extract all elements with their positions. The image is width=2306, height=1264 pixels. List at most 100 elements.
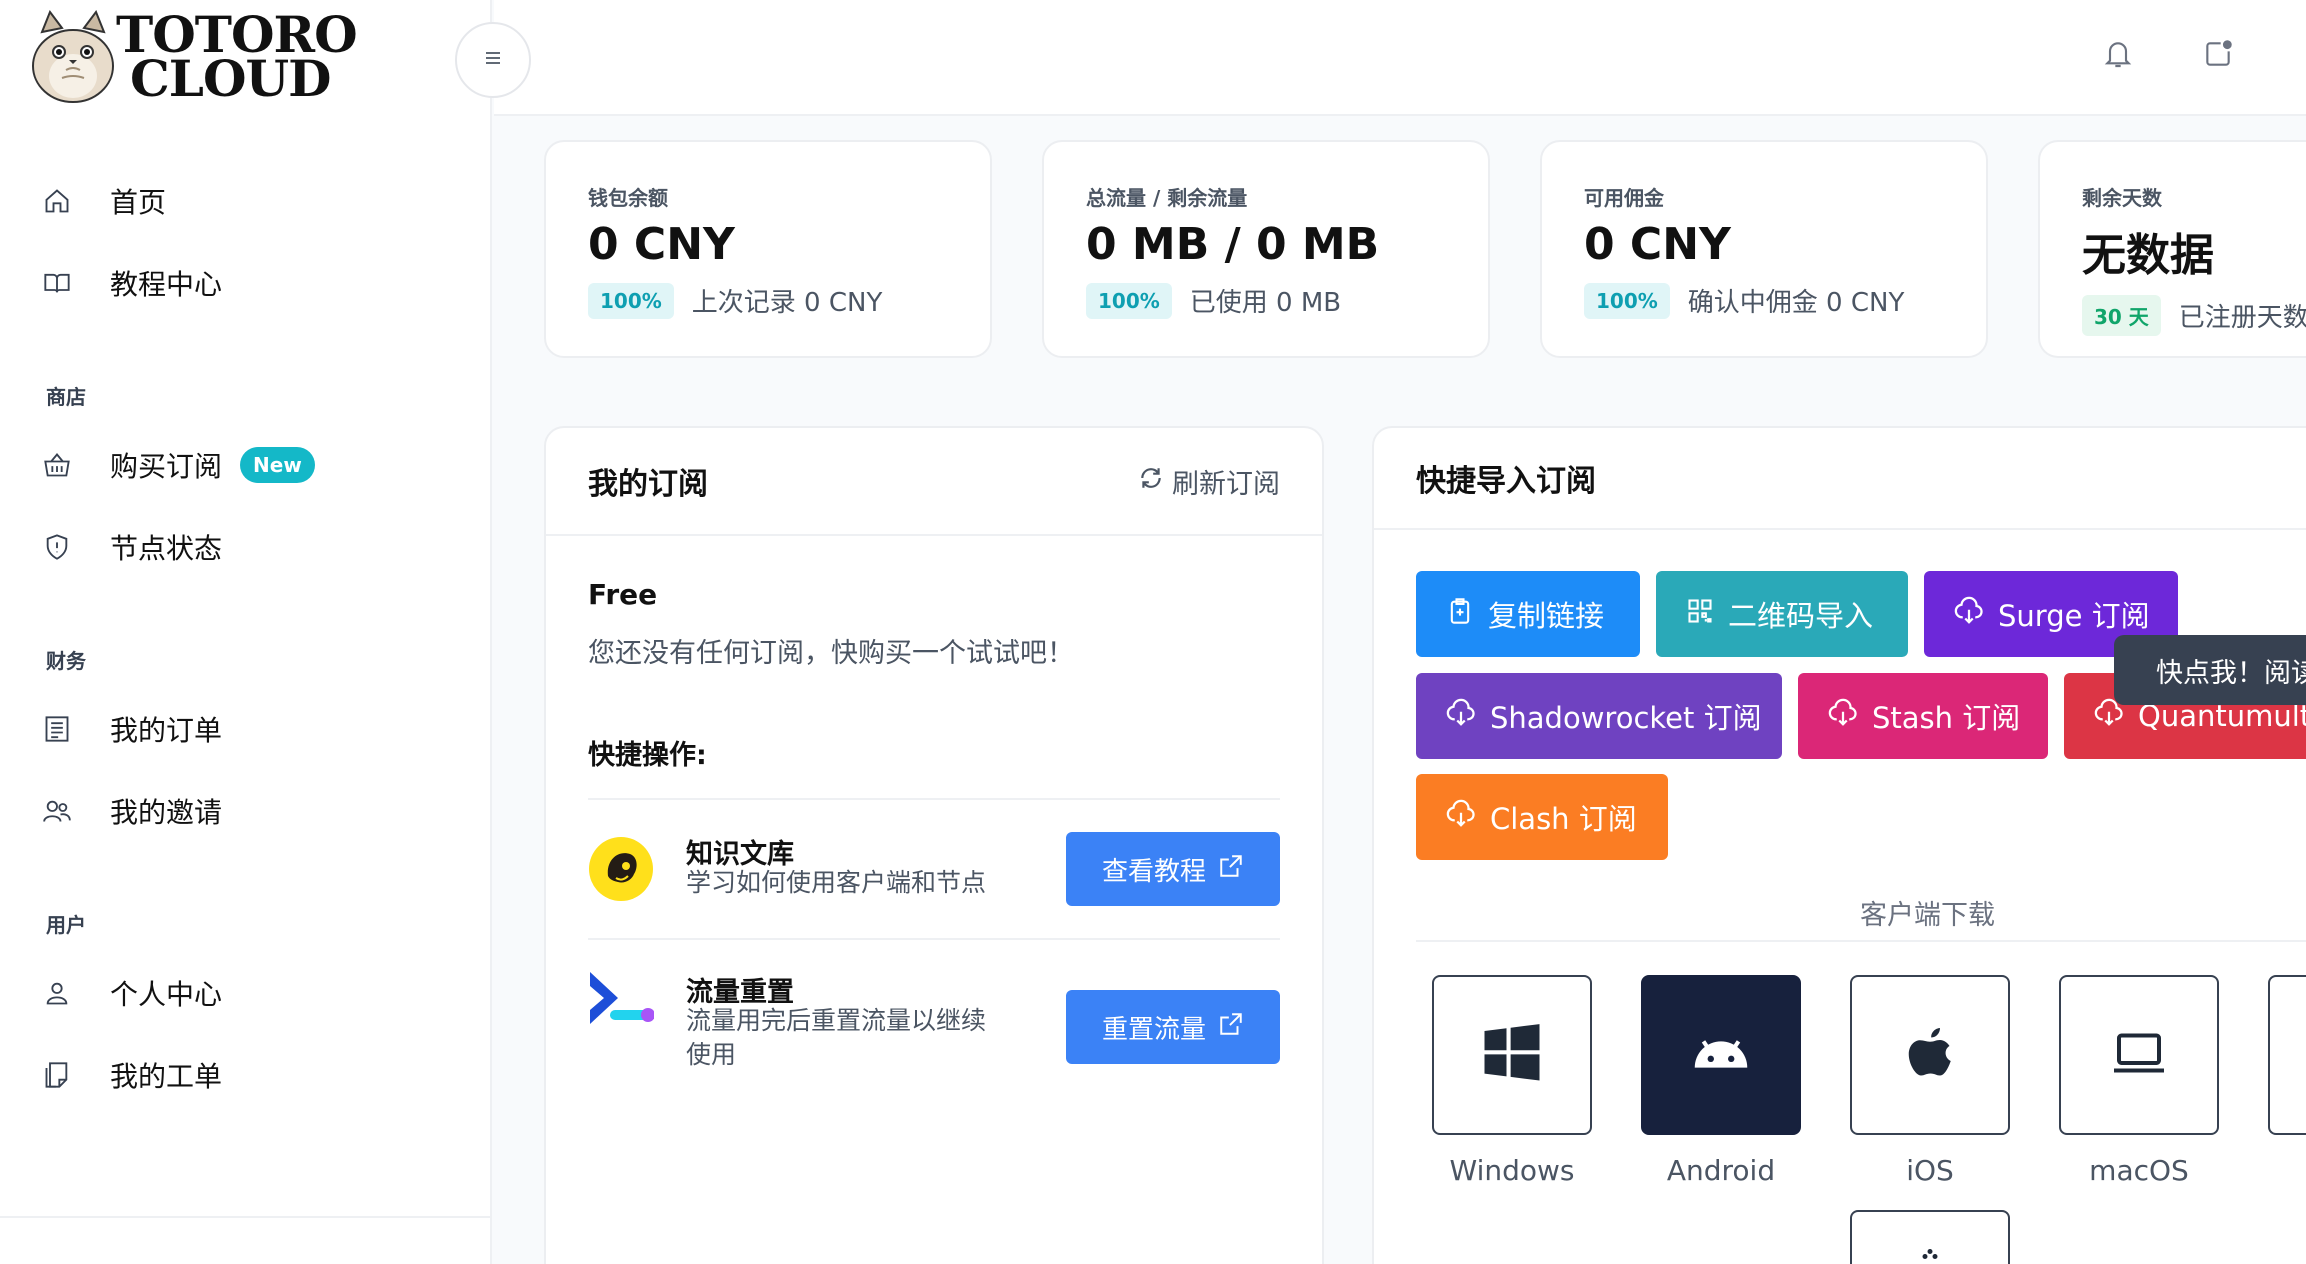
new-badge: New [240,447,315,483]
ticket-icon [42,1060,72,1090]
book-icon [42,268,72,298]
quick-actions-title: 快捷操作: [588,740,707,771]
copy-link-button[interactable]: 复制链接 [1416,571,1640,657]
cloud-download-icon [1954,596,1984,633]
sidebar-item-invites[interactable]: 我的邀请 [0,770,492,852]
clash-subscribe-button[interactable]: Clash 订阅 [1416,774,1668,860]
user-icon [42,978,72,1008]
button-label: 查看教程 [1101,856,1206,887]
divider [1416,940,2306,942]
users-icon [42,796,72,826]
plan-name: Free [588,578,658,611]
refresh-label: 刷新订阅 [1172,468,1280,500]
home-icon [42,186,72,216]
sidebar-item-node-status[interactable]: 节点状态 [0,506,492,588]
hamburger-icon [481,44,505,77]
client-label-windows: Windows [1449,1154,1575,1187]
linux-icon [1915,1244,1945,1264]
sidebar-item-label: 我的订单 [110,714,223,747]
brand-logo[interactable]: TOTORO CLOUD [28,5,358,108]
button-label: 重置流量 [1101,1014,1206,1045]
stat-card-commission: 可用佣金 0 CNY 100% 确认中佣金 0 CNY [1540,140,1988,358]
more-client-download-button[interactable] [2268,975,2306,1135]
stash-subscribe-button[interactable]: Stash 订阅 [1798,673,2048,759]
nav-section-shop: 商店 [46,385,86,409]
refresh-subscription-button[interactable]: 刷新订阅 [1138,462,1280,501]
sidebar-item-label: 节点状态 [110,532,223,565]
stat-label: 可用佣金 [1584,186,1664,210]
windows-download-button[interactable] [1432,975,1592,1135]
receipt-icon [42,714,72,744]
stat-value: 0 CNY [1584,219,1731,270]
sidebar-item-tutorials[interactable]: 教程中心 [0,242,492,324]
button-label: Clash 订阅 [1490,802,1637,836]
stat-card-wallet: 钱包余额 0 CNY 100% 上次记录 0 CNY [544,140,992,358]
ios-download-button[interactable] [1850,975,2010,1135]
stat-sub: 确认中佣金 0 CNY [1687,288,1905,318]
sidebar-item-label: 个人中心 [110,978,223,1011]
subscription-card: 我的订阅 刷新订阅 Free 您还没有任何订阅，快购买一个试试吧！ 快捷操作: … [544,426,1324,1264]
refresh-icon [1138,465,1164,498]
subscription-title: 我的订阅 [588,467,708,502]
external-link-icon [1218,1011,1244,1044]
client-download-label: 客户端下载 [1860,900,1995,931]
button-label: Shadowrocket 订阅 [1490,701,1762,735]
shadowrocket-subscribe-button[interactable]: Shadowrocket 订阅 [1416,673,1782,759]
view-tutorial-button[interactable]: 查看教程 [1066,832,1280,906]
top-bar [494,0,2306,116]
notification-square-icon[interactable] [2202,38,2238,74]
button-label: Surge 订阅 [1998,599,2150,633]
apple-icon [1900,1020,1960,1090]
menu-toggle-button[interactable] [455,22,531,98]
brand-wordmark: TOTORO CLOUD [116,5,358,108]
bell-icon[interactable] [2102,38,2138,74]
stat-value: 0 MB / 0 MB [1086,219,1380,270]
linux-download-button[interactable] [1850,1210,2010,1264]
quick-action-desc: 学习如何使用客户端和节点 [686,868,987,897]
quick-action-knowledge: 知识文库 学习如何使用客户端和节点 查看教程 [588,798,1280,938]
sidebar-divider [0,1216,492,1218]
plan-description: 您还没有任何订阅，快购买一个试试吧！ [588,638,1074,669]
client-label-android: Android [1666,1154,1776,1187]
quick-import-title: 快捷导入订阅 [1416,464,1596,499]
stat-pill: 100% [1086,282,1172,319]
button-label: 二维码导入 [1728,599,1874,633]
cloud-download-icon [1446,799,1476,836]
client-label-ios: iOS [1906,1154,1954,1187]
qrcode-icon [1686,597,1714,632]
sidebar-item-label: 我的邀请 [110,796,223,829]
sidebar-item-tickets[interactable]: 我的工单 [0,1034,492,1116]
clipboard-icon [1446,597,1474,632]
sidebar-item-orders[interactable]: 我的订单 [0,688,492,770]
nav-section-finance: 财务 [46,649,86,673]
quick-action-desc: 流量用完后重置流量以继续使用 [686,1006,987,1069]
sidebar-item-label: 教程中心 [110,268,223,301]
stat-card-traffic: 总流量 / 剩余流量 0 MB / 0 MB 100% 已使用 0 MB [1042,140,1490,358]
read-me-tooltip[interactable]: 快点我！阅读 [2114,635,2306,705]
stat-value: 0 CNY [588,219,735,270]
qr-import-button[interactable]: 二维码导入 [1656,571,1908,657]
laptop-icon [2104,1023,2174,1087]
android-icon [1686,1018,1756,1092]
sidebar-item-home[interactable]: 首页 [0,160,492,242]
sidebar-nav: 首页 教程中心 商店 购买订阅 New 节点状态 财务 我的订单 我的邀请 用户… [0,160,492,1116]
android-download-button[interactable] [1641,975,1801,1135]
reset-traffic-button[interactable]: 重置流量 [1066,990,1280,1064]
macos-download-button[interactable] [2059,975,2219,1135]
cloud-download-icon [1828,698,1858,735]
stat-sub: 已注册天数 [2178,303,2306,333]
sidebar: TOTORO CLOUD 首页 教程中心 商店 购买订阅 New 节点状态 财务… [0,0,492,1264]
stat-pill: 100% [588,282,674,319]
stat-value: 无数据 [2082,230,2214,281]
sidebar-item-buy[interactable]: 购买订阅 New [0,424,492,506]
sidebar-item-label: 首页 [110,186,167,219]
quick-action-reset: 流量重置 流量用完后重置流量以继续使用 重置流量 [588,938,1280,1108]
totoro-mascot-icon [28,9,118,104]
stat-pill: 30 天 [2082,295,2161,336]
stat-sub: 上次记录 0 CNY [691,288,883,318]
stat-label: 剩余天数 [2082,186,2162,210]
stat-label: 总流量 / 剩余流量 [1086,186,1248,210]
button-label: Stash 订阅 [1872,701,2021,735]
sidebar-item-profile[interactable]: 个人中心 [0,952,492,1034]
windows-icon [1479,1020,1545,1090]
